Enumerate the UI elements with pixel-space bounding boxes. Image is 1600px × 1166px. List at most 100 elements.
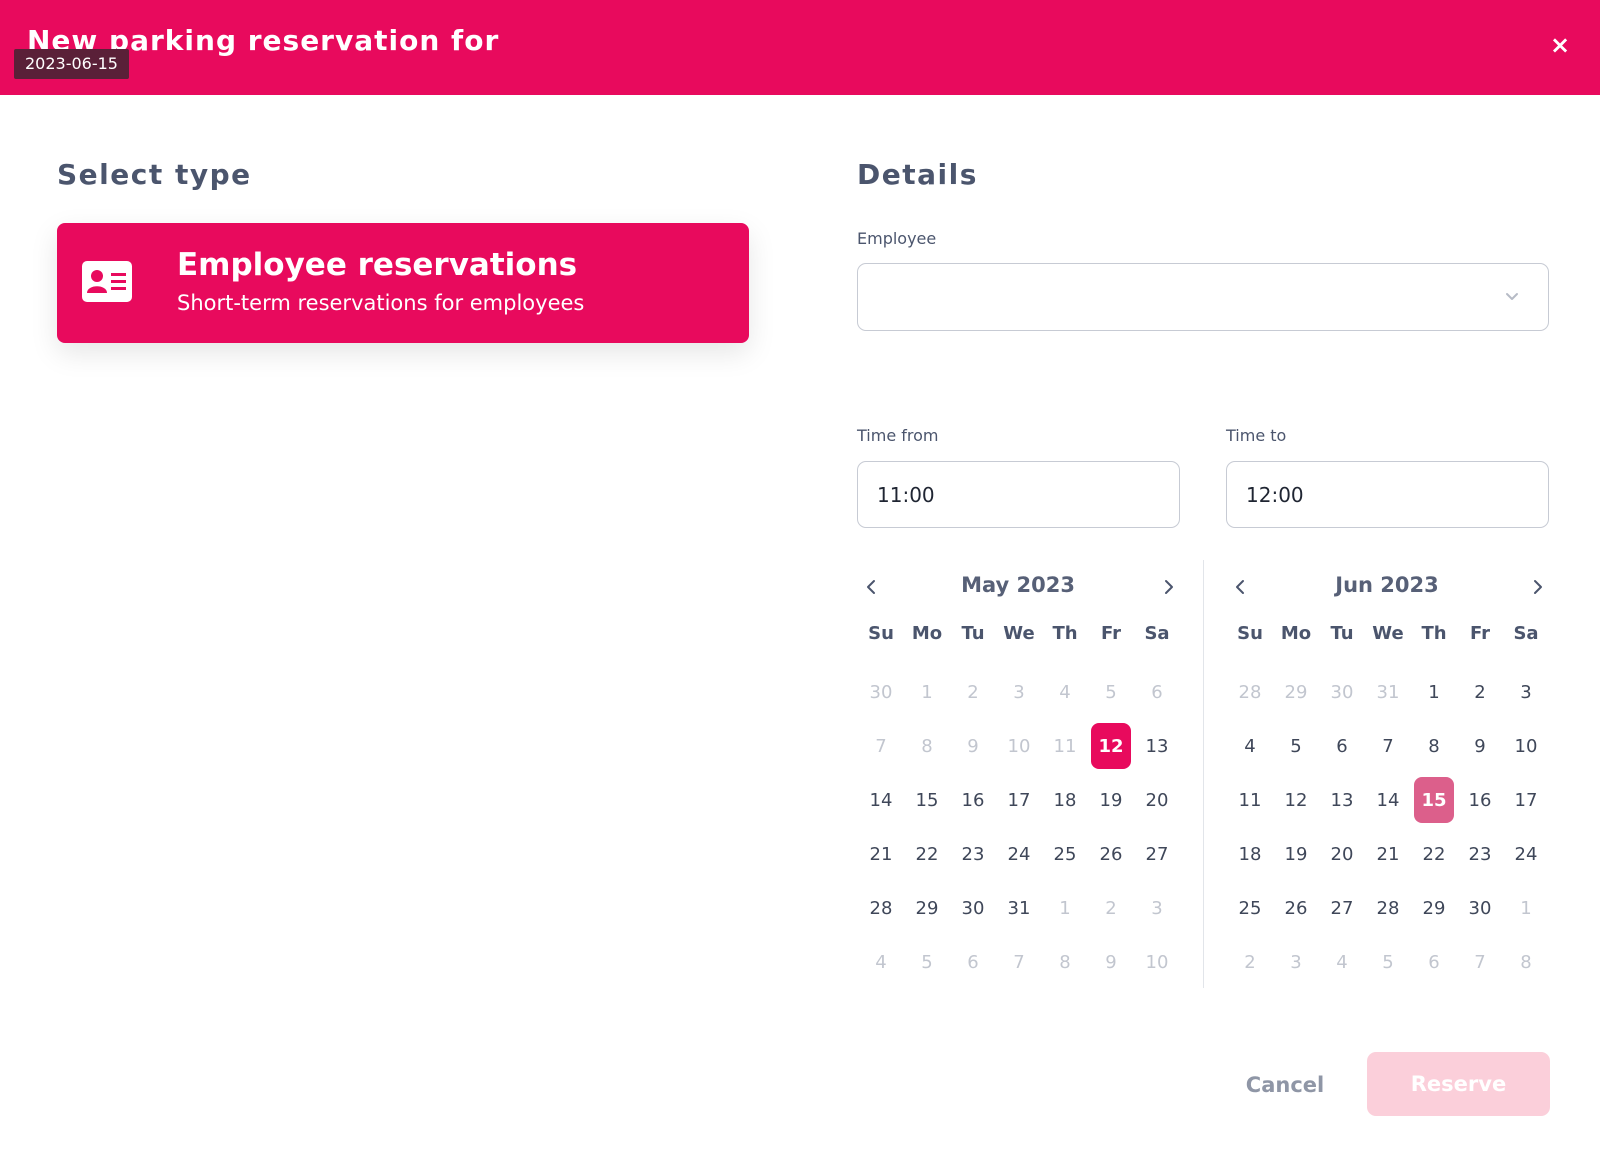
calendar-day[interactable]: 2: [953, 669, 993, 715]
calendar-day[interactable]: 14: [861, 777, 901, 823]
calendar-day[interactable]: 29: [907, 885, 947, 931]
weekday-label: Sa: [1513, 623, 1539, 644]
calendar-day[interactable]: 19: [1276, 831, 1316, 877]
calendar-day[interactable]: 4: [1045, 669, 1085, 715]
calendar-day[interactable]: 3: [999, 669, 1039, 715]
calendar-day[interactable]: 7: [999, 939, 1039, 985]
calendar-day[interactable]: 28: [1230, 669, 1270, 715]
chevron-right-icon[interactable]: [1531, 578, 1545, 596]
calendar-day[interactable]: 7: [1368, 723, 1408, 769]
calendar-day[interactable]: 3: [1137, 885, 1177, 931]
calendar-day[interactable]: 2: [1460, 669, 1500, 715]
calendar-day[interactable]: 5: [1276, 723, 1316, 769]
calendar-day[interactable]: 21: [861, 831, 901, 877]
calendar-day[interactable]: 16: [1460, 777, 1500, 823]
calendar-day[interactable]: 9: [1460, 723, 1500, 769]
calendar-day[interactable]: 18: [1230, 831, 1270, 877]
calendar-day[interactable]: 27: [1322, 885, 1362, 931]
calendar-day[interactable]: 9: [953, 723, 993, 769]
card-subtitle: Short-term reservations for employees: [177, 291, 585, 315]
calendar-day[interactable]: 19: [1091, 777, 1131, 823]
calendar-day[interactable]: 18: [1045, 777, 1085, 823]
calendar-day[interactable]: 4: [861, 939, 901, 985]
today-day[interactable]: 15: [1414, 777, 1454, 823]
chevron-right-icon[interactable]: [1162, 578, 1176, 596]
calendar-day[interactable]: 25: [1230, 885, 1270, 931]
selected-day[interactable]: 12: [1091, 723, 1131, 769]
calendar-day[interactable]: 30: [953, 885, 993, 931]
employee-reservations-card[interactable]: Employee reservations Short-term reserva…: [57, 223, 749, 343]
calendar-day[interactable]: 13: [1322, 777, 1362, 823]
calendar-day[interactable]: 24: [1506, 831, 1546, 877]
calendar-day[interactable]: 7: [861, 723, 901, 769]
calendar-day[interactable]: 28: [1368, 885, 1408, 931]
calendar-day[interactable]: 2: [1230, 939, 1270, 985]
calendar-day[interactable]: 8: [1045, 939, 1085, 985]
calendar-day[interactable]: 31: [999, 885, 1039, 931]
calendar-day[interactable]: 22: [907, 831, 947, 877]
calendar-divider: [1203, 560, 1204, 988]
calendar-day[interactable]: 3: [1506, 669, 1546, 715]
calendar-day[interactable]: 4: [1230, 723, 1270, 769]
select-type-heading: Select type: [57, 158, 252, 191]
calendar-day[interactable]: 27: [1137, 831, 1177, 877]
calendar-day[interactable]: 6: [1414, 939, 1454, 985]
calendar-day[interactable]: 4: [1322, 939, 1362, 985]
calendar-day[interactable]: 20: [1137, 777, 1177, 823]
calendar-day[interactable]: 23: [953, 831, 993, 877]
calendar-day[interactable]: 26: [1276, 885, 1316, 931]
calendar-day[interactable]: 30: [861, 669, 901, 715]
calendar-day[interactable]: 22: [1414, 831, 1454, 877]
calendar-day[interactable]: 5: [1091, 669, 1131, 715]
calendar-day[interactable]: 8: [907, 723, 947, 769]
calendar-day[interactable]: 20: [1322, 831, 1362, 877]
time-from-input[interactable]: [857, 461, 1180, 528]
calendar-day[interactable]: 1: [907, 669, 947, 715]
calendar-day[interactable]: 16: [953, 777, 993, 823]
calendar-day[interactable]: 1: [1506, 885, 1546, 931]
calendar-day[interactable]: 14: [1368, 777, 1408, 823]
calendar-day[interactable]: 12: [1276, 777, 1316, 823]
calendar-day[interactable]: 30: [1322, 669, 1362, 715]
weekday-label: Su: [1237, 623, 1263, 644]
calendar-day[interactable]: 17: [1506, 777, 1546, 823]
calendar-day[interactable]: 29: [1276, 669, 1316, 715]
calendar-day[interactable]: 26: [1091, 831, 1131, 877]
calendar-day[interactable]: 3: [1276, 939, 1316, 985]
calendar-day[interactable]: 24: [999, 831, 1039, 877]
calendar-day[interactable]: 31: [1368, 669, 1408, 715]
time-to-input[interactable]: [1226, 461, 1549, 528]
weekday-label: Fr: [1469, 623, 1491, 644]
calendar-day[interactable]: 17: [999, 777, 1039, 823]
calendar-day[interactable]: 23: [1460, 831, 1500, 877]
calendar-day[interactable]: 10: [1506, 723, 1546, 769]
calendar-day[interactable]: 25: [1045, 831, 1085, 877]
calendar-day[interactable]: 28: [861, 885, 901, 931]
calendar-day[interactable]: 1: [1045, 885, 1085, 931]
calendar-day[interactable]: 6: [1322, 723, 1362, 769]
calendar-day[interactable]: 30: [1460, 885, 1500, 931]
calendar-day[interactable]: 8: [1414, 723, 1454, 769]
calendar-day[interactable]: 21: [1368, 831, 1408, 877]
calendar-day[interactable]: 11: [1045, 723, 1085, 769]
calendar-day[interactable]: 5: [1368, 939, 1408, 985]
calendar-day[interactable]: 10: [999, 723, 1039, 769]
card-title: Employee reservations: [177, 247, 578, 283]
calendar-day[interactable]: 29: [1414, 885, 1454, 931]
calendar-day[interactable]: 10: [1137, 939, 1177, 985]
reserve-button[interactable]: Reserve: [1367, 1052, 1550, 1116]
calendar-day[interactable]: 6: [953, 939, 993, 985]
calendar-day[interactable]: 1: [1414, 669, 1454, 715]
calendar-day[interactable]: 2: [1091, 885, 1131, 931]
calendar-day[interactable]: 8: [1506, 939, 1546, 985]
calendar-day[interactable]: 15: [907, 777, 947, 823]
cancel-button[interactable]: Cancel: [1230, 1067, 1340, 1103]
calendar-day[interactable]: 5: [907, 939, 947, 985]
calendar-day[interactable]: 11: [1230, 777, 1270, 823]
close-button[interactable]: ×: [1548, 30, 1572, 60]
calendar-day[interactable]: 6: [1137, 669, 1177, 715]
employee-select[interactable]: [857, 263, 1549, 331]
calendar-day[interactable]: 13: [1137, 723, 1177, 769]
calendar-day[interactable]: 9: [1091, 939, 1131, 985]
calendar-day[interactable]: 7: [1460, 939, 1500, 985]
